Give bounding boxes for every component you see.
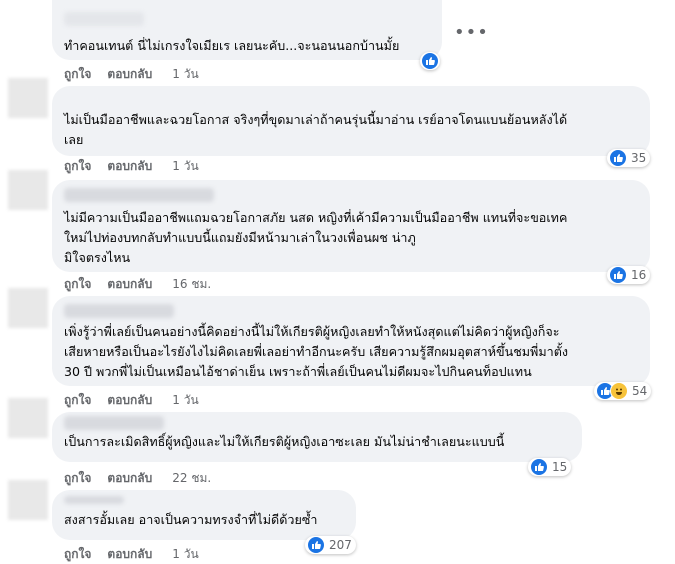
comment-time[interactable]: 16 ชม. bbox=[172, 275, 211, 294]
comment-text: ไม่มีความเป็นมืออาชีพแถมฉวยโอกาสภัย นสด … bbox=[64, 210, 568, 265]
comment-text: ไม่เป็นมืออาชีพและฉวยโอกาส จริงๆที่ขุดมา… bbox=[64, 112, 568, 147]
comment-actions: ถูกใจ ตอบกลับ 1 วัน bbox=[64, 546, 199, 562]
comment-bubble: เป็นการละเมิดสิทธิ์ผู้หญิงและไม่ให้เกียร… bbox=[52, 412, 582, 462]
like-button[interactable]: ถูกใจ bbox=[64, 469, 91, 488]
comment-time[interactable]: 1 วัน bbox=[172, 157, 198, 176]
reaction-badge[interactable]: 35 bbox=[607, 149, 651, 167]
like-reaction-icon bbox=[307, 536, 325, 554]
comment-bubble: ทำคอนเทนต์ นี่ไม่เกรงใจเมียเร เลยนะคับ..… bbox=[52, 0, 442, 60]
comment-text: ทำคอนเทนต์ นี่ไม่เกรงใจเมียเร เลยนะคับ..… bbox=[64, 38, 400, 53]
avatar[interactable] bbox=[8, 398, 48, 438]
haha-reaction-icon bbox=[610, 382, 628, 400]
comment-bubble: ไม่เป็นมืออาชีพและฉวยโอกาส จริงๆที่ขุดมา… bbox=[52, 86, 650, 156]
avatar[interactable] bbox=[8, 480, 48, 520]
author-name-redacted bbox=[64, 416, 164, 430]
comment-actions: ถูกใจ ตอบกลับ 1 วัน bbox=[64, 392, 199, 408]
author-name-redacted bbox=[64, 12, 144, 26]
comment-actions: ถูกใจ ตอบกลับ 1 วัน bbox=[64, 66, 199, 82]
like-button[interactable]: ถูกใจ bbox=[64, 157, 91, 176]
comment-time[interactable]: 1 วัน bbox=[172, 545, 198, 564]
reaction-badge[interactable]: 15 bbox=[528, 458, 572, 476]
reply-button[interactable]: ตอบกลับ bbox=[107, 275, 152, 294]
comment-time[interactable]: 1 วัน bbox=[172, 391, 198, 410]
comment-actions: ถูกใจ ตอบกลับ 22 ชม. bbox=[64, 470, 211, 486]
reply-button[interactable]: ตอบกลับ bbox=[107, 65, 152, 84]
reaction-count: 35 bbox=[631, 151, 647, 165]
author-name-redacted bbox=[64, 304, 174, 318]
avatar[interactable] bbox=[8, 170, 48, 210]
reply-button[interactable]: ตอบกลับ bbox=[107, 157, 152, 176]
comment-time[interactable]: 22 ชม. bbox=[172, 469, 211, 488]
reaction-badge[interactable] bbox=[420, 52, 440, 70]
comment-text: เพิ่งรู้ว่าพี่เลย์เป็นคนอย่างนี้คิดอย่าง… bbox=[64, 324, 569, 379]
comment-bubble: เพิ่งรู้ว่าพี่เลย์เป็นคนอย่างนี้คิดอย่าง… bbox=[52, 296, 650, 386]
reaction-count: 54 bbox=[632, 384, 648, 398]
author-name-redacted bbox=[64, 188, 214, 202]
more-options-icon[interactable]: ••• bbox=[454, 24, 489, 42]
reply-button[interactable]: ตอบกลับ bbox=[107, 545, 152, 564]
comment-actions: ถูกใจ ตอบกลับ 1 วัน bbox=[64, 158, 199, 174]
avatar[interactable] bbox=[8, 288, 48, 328]
reaction-badge[interactable]: 54 bbox=[594, 382, 652, 400]
reaction-count: 15 bbox=[552, 460, 568, 474]
like-button[interactable]: ถูกใจ bbox=[64, 391, 91, 410]
like-reaction-icon bbox=[530, 458, 548, 476]
reply-button[interactable]: ตอบกลับ bbox=[107, 469, 152, 488]
comment-time[interactable]: 1 วัน bbox=[172, 65, 198, 84]
comment-bubble: สงสารอั้มเลย อาจเป็นความทรงจำที่ไม่ดีด้ว… bbox=[52, 490, 356, 540]
reaction-badge[interactable]: 16 bbox=[607, 266, 651, 284]
reaction-badge[interactable]: 207 bbox=[305, 536, 356, 554]
comment-bubble: ไม่มีความเป็นมืออาชีพแถมฉวยโอกาสภัย นสด … bbox=[52, 180, 650, 272]
like-button[interactable]: ถูกใจ bbox=[64, 65, 91, 84]
reaction-count: 207 bbox=[329, 538, 352, 552]
comment-text: เป็นการละเมิดสิทธิ์ผู้หญิงและไม่ให้เกียร… bbox=[64, 434, 505, 449]
like-reaction-icon bbox=[609, 266, 627, 284]
like-reaction-icon bbox=[609, 149, 627, 167]
like-button[interactable]: ถูกใจ bbox=[64, 275, 91, 294]
like-reaction-icon bbox=[421, 52, 439, 70]
comment-text: สงสารอั้มเลย อาจเป็นความทรงจำที่ไม่ดีด้ว… bbox=[64, 512, 318, 527]
like-button[interactable]: ถูกใจ bbox=[64, 545, 91, 564]
comment-actions: ถูกใจ ตอบกลับ 16 ชม. bbox=[64, 276, 211, 292]
reply-button[interactable]: ตอบกลับ bbox=[107, 391, 152, 410]
avatar[interactable] bbox=[8, 78, 48, 118]
author-name-redacted bbox=[64, 496, 124, 504]
reaction-count: 16 bbox=[631, 268, 647, 282]
